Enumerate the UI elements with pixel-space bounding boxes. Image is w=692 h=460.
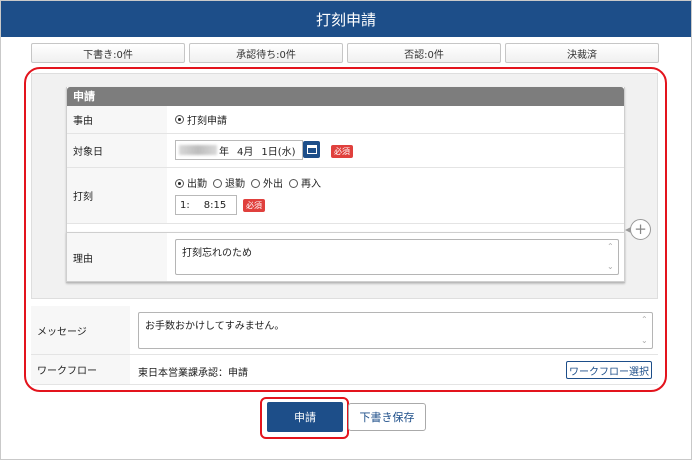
tab-draft[interactable]: 下書き:0件 [31, 43, 185, 63]
tab-rejected[interactable]: 否認:0件 [347, 43, 501, 63]
submit-button[interactable]: 申請 [267, 402, 343, 432]
status-tabs: 下書き:0件 承認待ち:0件 否認:0件 決裁済 [31, 43, 659, 63]
tab-approved[interactable]: 決裁済 [505, 43, 659, 63]
tab-pending[interactable]: 承認待ち:0件 [189, 43, 343, 63]
save-draft-button[interactable]: 下書き保存 [348, 403, 426, 431]
page-title: 打刻申請 [1, 1, 691, 37]
highlight-frame [24, 67, 667, 392]
